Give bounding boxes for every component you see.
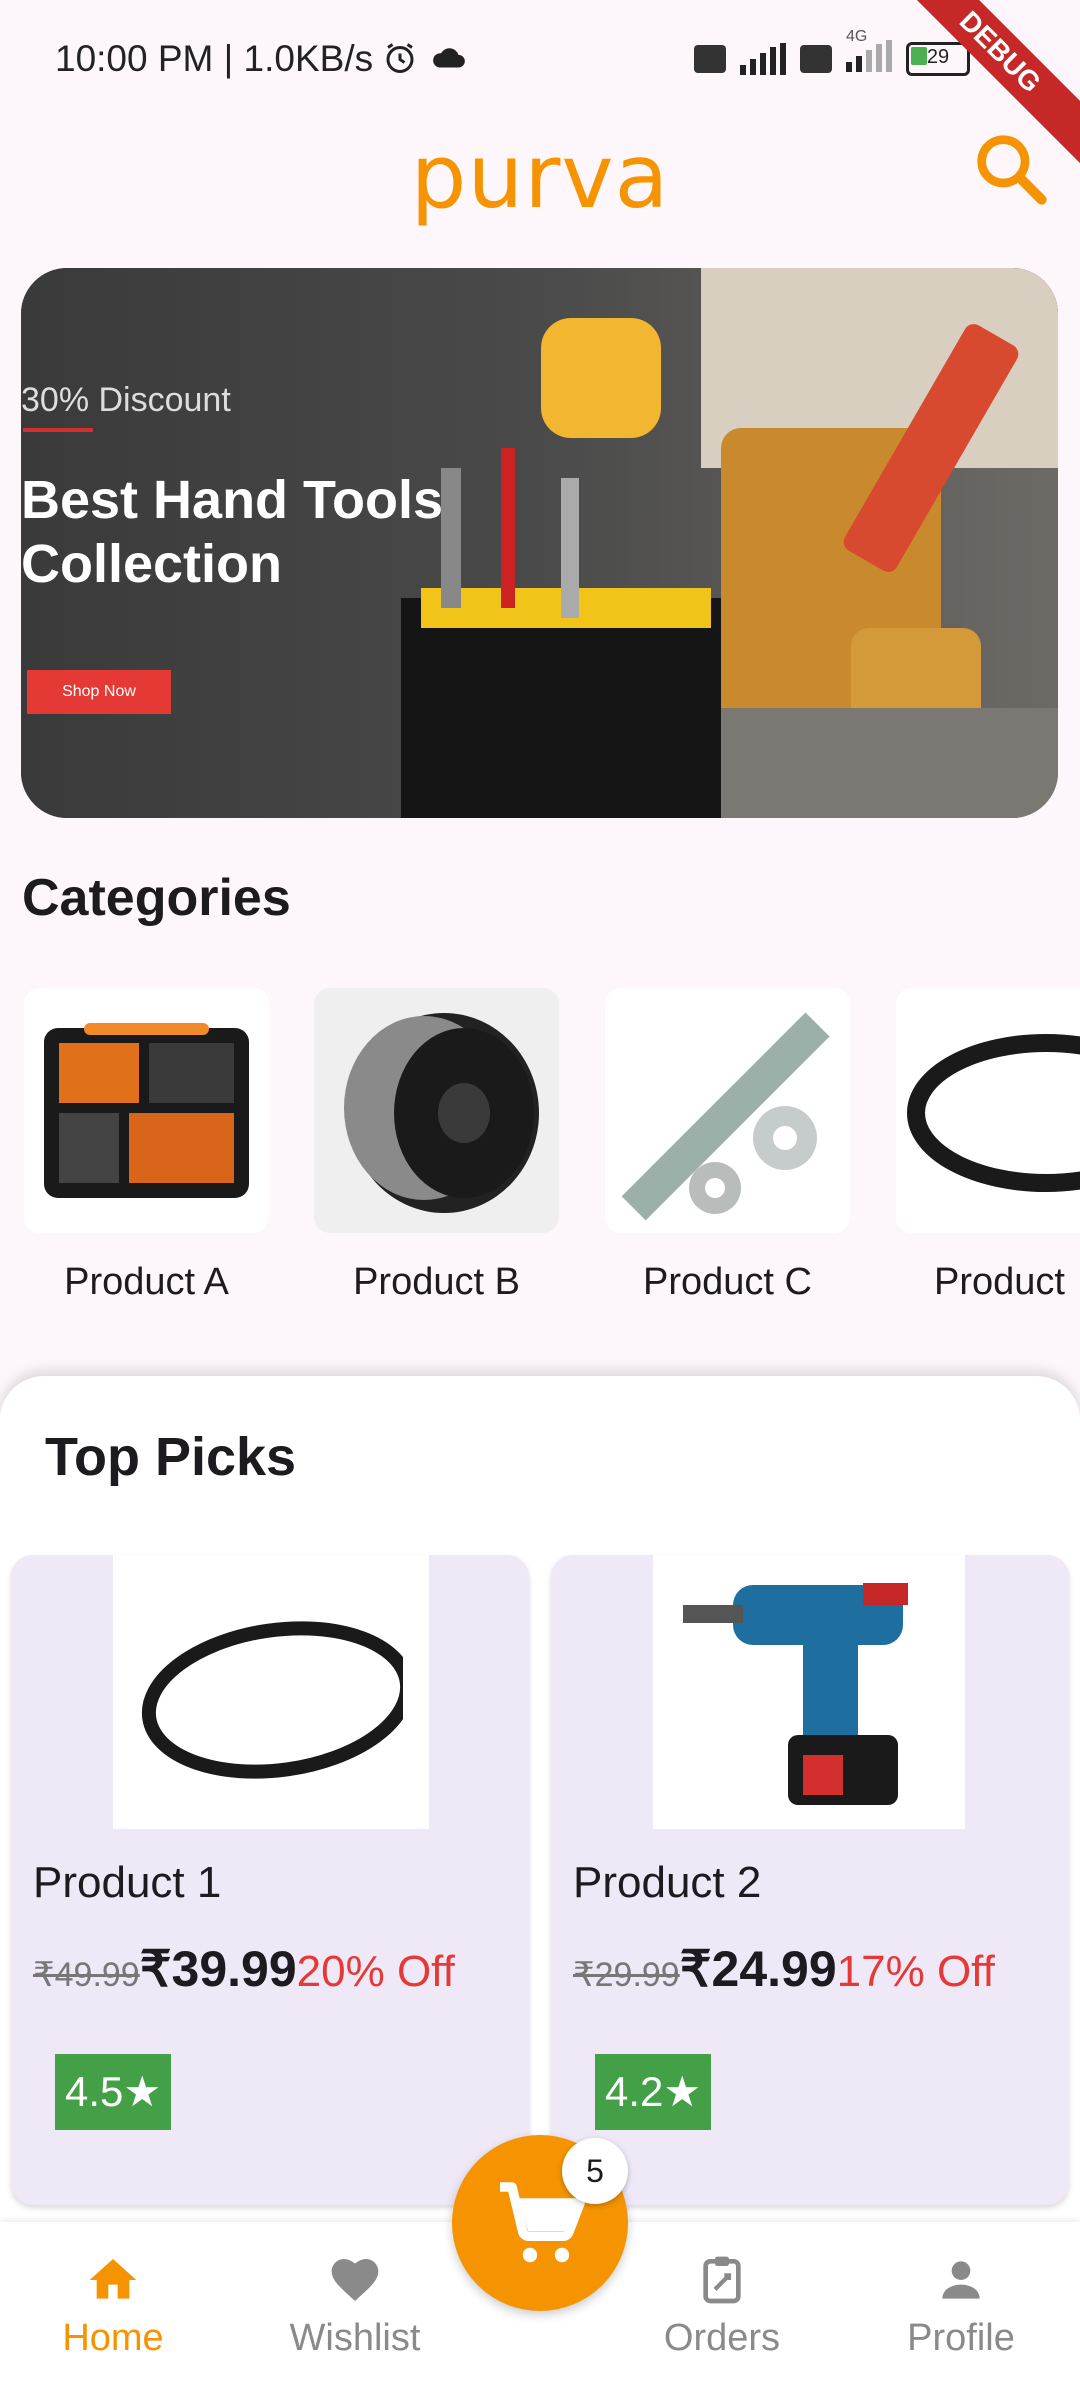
cloud-icon [433,48,465,68]
category-label: Product [934,1261,1065,1303]
battery-level: 29 [926,45,950,68]
banner-divider [23,428,93,432]
product-name: Product 1 [33,1858,222,1907]
product-name: Product 2 [573,1858,762,1907]
discount-label: 20% Off [296,1947,455,1996]
nav-label: Orders [663,2317,781,2359]
signal-icon [740,42,786,75]
nav-orders[interactable]: Orders [614,2252,830,2360]
signal-4g: 4G [846,28,892,77]
category-item[interactable]: Product [896,988,1080,1304]
nav-wishlist[interactable]: Wishlist [247,2252,463,2360]
status-time: 10:00 PM | 1.0KB/s [55,38,374,79]
nav-profile[interactable]: Profile [853,2252,1069,2360]
rating-badge: 4.2★ [595,2054,711,2130]
product-card[interactable]: Product 1 ₹49.99 ₹39.99 20% Off 4.5★ [11,1555,529,2205]
shop-now-button[interactable]: Shop Now [27,670,171,714]
network-type: 4G [846,28,868,45]
categories-title: Categories [22,869,291,927]
nav-home[interactable]: Home [5,2252,221,2360]
belt-image [896,988,1080,1233]
category-label: Product C [643,1261,812,1303]
orders-icon [703,2256,741,2304]
nav-label: Wishlist [289,2317,421,2359]
original-price: ₹49.99 [33,1956,140,1994]
product-image-drill [653,1555,965,1829]
category-label: Product B [353,1261,520,1303]
product-prices: ₹29.99 ₹24.99 17% Off [573,1940,995,1998]
toolkit-image [24,988,269,1233]
person-icon [942,2261,980,2299]
banner-headline: Best Hand Tools Collection [21,470,444,594]
volte-icon-2 [800,44,832,73]
rod-washer-image [605,988,850,1233]
category-item[interactable]: Product C [605,988,850,1304]
product-card[interactable]: Product 2 ₹29.99 ₹24.99 17% Off 4.2★ [551,1555,1069,2205]
battery-icon: 29 [906,41,970,76]
product-image-belt [113,1555,429,1829]
status-bar: 10:00 PM | 1.0KB/s 4G 29 [0,0,1080,120]
promo-banner[interactable]: 30% Discount Best Hand Tools Collection … [21,268,1058,818]
top-picks-title: Top Picks [45,1427,297,1487]
nav-label: Profile [907,2317,1015,2359]
sale-price: ₹39.99 [139,1941,297,1997]
sale-price: ₹24.99 [679,1941,837,1997]
original-price: ₹29.99 [573,1956,680,1994]
category-item[interactable]: Product B [314,988,559,1304]
category-label: Product A [64,1261,229,1303]
volte-icon [694,44,726,73]
cart-count-badge: 5 [562,2138,628,2204]
heart-icon [331,2259,379,2301]
discount-label: 17% Off [836,1947,995,1996]
rating-badge: 4.5★ [55,2054,171,2130]
banner-discount: 30% Discount [21,381,231,419]
alarm-icon [386,43,414,73]
app-logo: purva [410,125,670,228]
status-icons: 4G 29 [694,28,970,77]
home-icon [89,2259,137,2299]
product-prices: ₹49.99 ₹39.99 20% Off [33,1940,455,1998]
search-icon[interactable] [970,128,1050,208]
nav-label: Home [62,2317,164,2359]
pulley-image [314,988,559,1233]
category-item[interactable]: Product A [24,988,269,1304]
